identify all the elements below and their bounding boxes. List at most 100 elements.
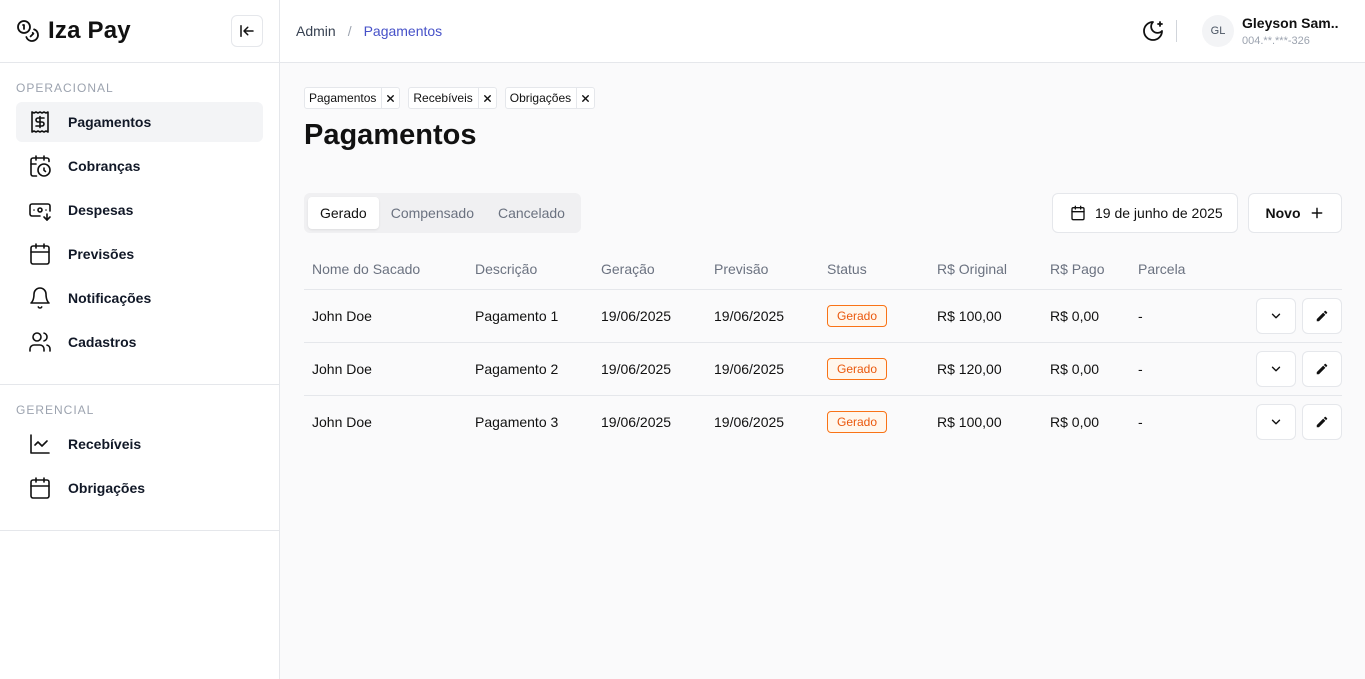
calendar-icon [30,243,50,265]
breadcrumb-separator: / [347,23,352,39]
sidebar-item-label: Recebíveis [68,436,142,452]
column-header[interactable]: Status [819,249,929,290]
expand-row-button[interactable] [1256,350,1296,387]
sidebar-item-previsoes[interactable]: Previsões [16,234,263,274]
edit-row-button[interactable] [1302,297,1342,334]
cell-descricao: Pagamento 2 [467,342,593,396]
cell-status: Gerado [819,342,929,396]
tab-compensado[interactable]: Compensado [379,197,486,229]
cell-sacado: John Doe [312,413,372,430]
close-tab-button[interactable] [576,88,594,108]
sidebar-item-recebiveis[interactable]: Recebíveis [16,424,263,464]
cell-pago: R$ 0,00 [1050,413,1100,430]
pencil-icon [1316,363,1328,374]
brand-header: Iza Pay [0,0,279,63]
new-payment-button[interactable]: Novo [1248,193,1342,233]
sidebar-item-notificacoes[interactable]: Notificações [16,278,263,318]
edit-row-button[interactable] [1302,403,1342,440]
sidebar-item-cobrancas[interactable]: Cobranças [16,146,263,186]
cell-pago: R$ 0,00 [1042,289,1130,343]
main-content: Pagamentos Recebíveis Obrigações Pagamen… [280,63,1365,679]
close-icon [483,94,491,102]
moon-star-icon[interactable] [1141,19,1165,43]
collapse-sidebar-button[interactable] [231,15,263,47]
page-title: Pagamentos [304,119,477,151]
user-document: 004.**.***-326 [1242,35,1310,47]
avatar[interactable]: GL [1202,15,1234,47]
cell-pago: R$ 0,00 [1042,342,1130,396]
tab-gerado[interactable]: Gerado [308,197,379,229]
open-tab-label: Recebíveis [413,91,473,105]
topbar: Admin / Pagamentos GL Gleyson Sam... 004… [280,0,1365,63]
breadcrumb-root[interactable]: Admin [296,23,336,39]
table-row: John Doe Pagamento 3 19/06/2025 19/06/20… [304,395,1342,448]
cell-descricao: Pagamento 3 [475,413,559,430]
cell-previsao: 19/06/2025 [714,413,785,430]
cell-parcela: - [1130,289,1240,343]
date-filter-button[interactable]: 19 de junho de 2025 [1052,193,1238,233]
sidebar-item-despesas[interactable]: Despesas [16,190,263,230]
cell-original: R$ 100,00 [929,289,1042,343]
column-header[interactable]: R$ Pago [1042,249,1130,290]
cell-parcela: - [1130,342,1240,396]
chevron-down-icon [1271,313,1281,318]
app-name: Iza Pay [48,17,131,44]
open-tab-label: Pagamentos [309,91,377,105]
line-chart-icon [30,434,50,454]
column-header[interactable]: Descrição [467,249,593,290]
column-header[interactable]: Geração [593,249,706,290]
sidebar-item-label: Cadastros [68,334,137,350]
edit-row-button[interactable] [1302,350,1342,387]
cell-geracao: 19/06/2025 [601,413,672,430]
column-header[interactable]: Parcela [1130,249,1240,290]
cell-sacado: John Doe [304,289,467,343]
cell-actions [1240,395,1342,448]
sidebar-item-label: Cobranças [68,158,141,174]
open-tab-pagamentos[interactable]: Pagamentos [304,87,401,109]
close-tab-button[interactable] [381,88,399,108]
cell-sacado: John Doe [304,342,467,396]
calendar-icon [1071,205,1085,221]
section-title: GERENCIAL [16,403,95,417]
cell-original: R$ 120,00 [929,342,1042,396]
open-tabs: Pagamentos Recebíveis Obrigações [304,87,596,109]
tab-cancelado[interactable]: Cancelado [486,197,577,229]
column-header[interactable]: Previsão [706,249,819,290]
bell-icon [30,287,50,309]
cell-parcela: - [1138,413,1143,430]
sidebar-item-cadastros[interactable]: Cadastros [16,322,263,362]
sidebar-item-pagamentos[interactable]: Pagamentos [16,102,263,142]
column-header[interactable]: R$ Original [929,249,1042,290]
table-row: John Doe Pagamento 2 19/06/2025 19/06/20… [304,342,1342,396]
status-tabs: Gerado Compensado Cancelado [304,193,581,233]
chevron-down-icon [1271,366,1281,371]
pencil-icon [1316,416,1328,427]
cell-previsao: 19/06/2025 [706,342,819,396]
sidebar-item-label: Pagamentos [68,114,152,130]
cell-actions [1240,289,1342,343]
open-tab-label: Obrigações [509,91,572,105]
section-title: OPERACIONAL [16,81,114,95]
open-tab-recebiveis[interactable]: Recebíveis [408,87,497,109]
sidebar-section-gerencial: GERENCIAL Recebíveis Obrigações [0,385,279,531]
user-name[interactable]: Gleyson Sam... [1242,15,1338,31]
column-header[interactable]: Nome do Sacado [304,249,467,290]
calendar-icon [30,477,50,499]
open-tab-obrigacoes[interactable]: Obrigações [504,87,596,109]
status-badge: Gerado [827,304,888,327]
payments-table: Nome do Sacado Descrição Geração Previsã… [304,249,1342,448]
status-badge: Gerado [827,357,888,380]
pencil-icon [1316,310,1328,321]
sidebar-item-obrigacoes[interactable]: Obrigações [16,468,263,508]
breadcrumb-current: Pagamentos [363,23,443,39]
cell-original: R$ 100,00 [937,413,1002,430]
column-header-actions [1240,249,1342,290]
expand-row-button[interactable] [1256,297,1296,334]
close-tab-button[interactable] [477,88,496,108]
expand-row-button[interactable] [1256,403,1296,440]
sidebar-item-label: Despesas [68,202,134,218]
new-button-label: Novo [1265,205,1301,221]
money-out-icon [29,203,51,221]
divider [1176,20,1177,42]
breadcrumb: Admin / Pagamentos [296,23,442,39]
